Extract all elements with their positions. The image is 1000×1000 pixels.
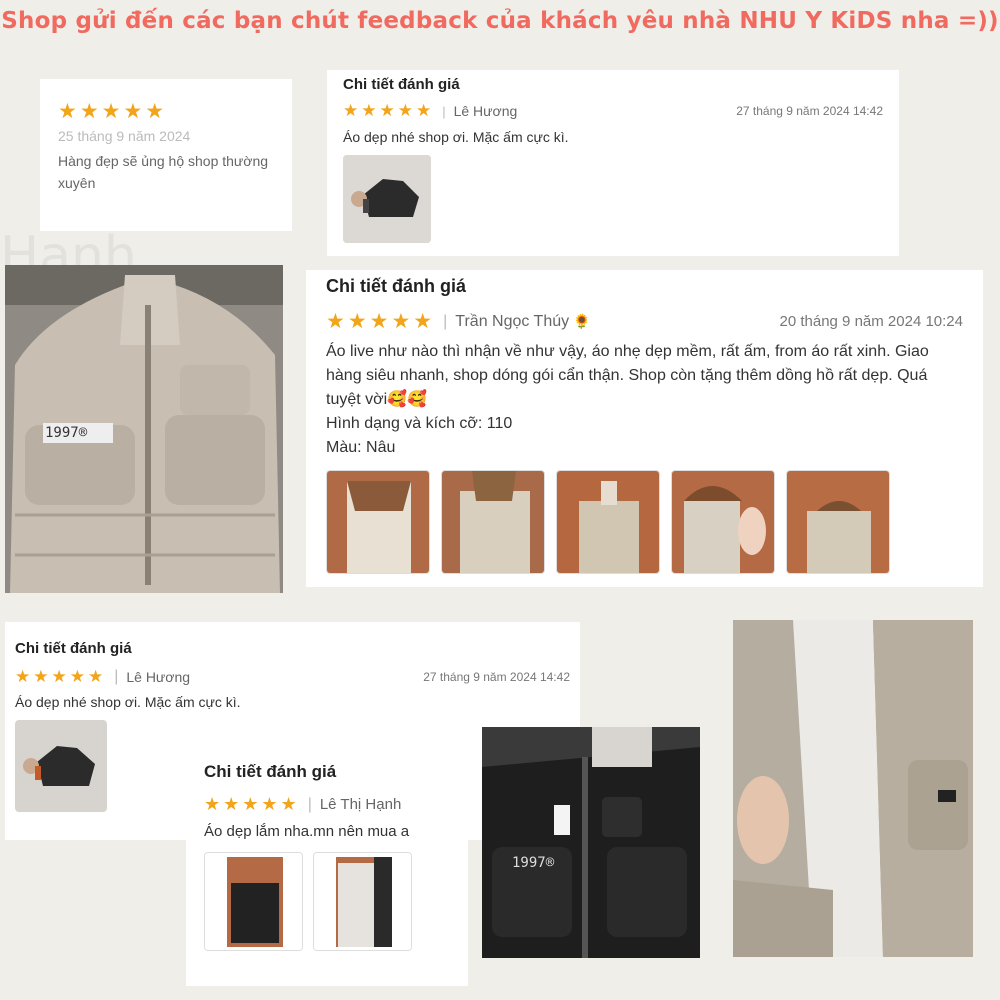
jacket-illustration [733, 620, 973, 957]
jacket-photo-icon [557, 471, 659, 573]
review-date: 20 tháng 9 năm 2024 10:24 [779, 313, 964, 330]
review-photo-thumbnail[interactable] [343, 155, 431, 243]
reviewer-name: Lê Thị Hạnh [319, 796, 402, 813]
review-size: Hình dạng và kích cỡ: 110 [326, 415, 513, 432]
reviewer-name: Trần Ngọc Thúy [455, 312, 570, 330]
reviewer-emoji: 🌻 [573, 313, 591, 329]
review-photo-thumbnail-2[interactable] [441, 470, 545, 574]
reviewer-name: Lê Hương [126, 669, 191, 685]
review-card-top: Chi tiết đánh giá ★★★★★ | Lê Hương 27 th… [327, 70, 899, 256]
review-photo-thumbnail-1[interactable] [204, 852, 303, 951]
jacket-photo-black: 1997® [482, 727, 700, 958]
review-title: Chi tiết đánh giá [343, 76, 460, 93]
review-photo-thumbnail[interactable] [15, 720, 107, 812]
headline: Shop gửi đến các bạn chút feedback của k… [1, 8, 999, 34]
jacket-photo-icon [314, 853, 411, 950]
star-rating: ★★★★★ [15, 667, 107, 686]
jacket-photo-icon [15, 720, 107, 812]
jacket-illustration [482, 727, 700, 958]
jacket-print-label: 1997® [512, 855, 555, 871]
jacket-photo-icon [787, 471, 889, 573]
review-photo-thumbnail-1[interactable] [326, 470, 430, 574]
jacket-photo-icon [205, 853, 302, 950]
review-card-bottom: Chi tiết đánh giá ★★★★★ | Lê Thị Hạnh Áo… [186, 742, 468, 986]
jacket-photo-beige: 1997® [5, 265, 283, 593]
review-text: Áo live như nào thì nhận về như vậy, áo … [326, 343, 929, 408]
jacket-photo-icon [343, 155, 431, 243]
review-text: Áo dẹp nhé shop ơi. Mặc ấm cực kì. [15, 694, 241, 710]
review-title: Chi tiết đánh giá [15, 640, 132, 657]
jacket-photo-icon [327, 471, 429, 573]
jacket-photo-closeup [733, 620, 973, 957]
review-text: Áo dẹp lắm nha.mn nên mua a [204, 823, 410, 840]
review-photo-thumbnail-4[interactable] [671, 470, 775, 574]
star-rating: ★★★★★ [58, 100, 168, 123]
review-photo-thumbnail-5[interactable] [786, 470, 890, 574]
jacket-print-label: 1997® [45, 425, 88, 441]
star-rating: ★★★★★ [204, 794, 300, 814]
review-photo-thumbnail-2[interactable] [313, 852, 412, 951]
review-photo-thumbnail-3[interactable] [556, 470, 660, 574]
reviewer-name: Lê Hương [453, 103, 518, 119]
star-rating: ★★★★★ [343, 101, 435, 120]
review-card-small: ★★★★★ 25 tháng 9 năm 2024 Hàng đẹp sẽ ủn… [40, 79, 292, 231]
review-color: Màu: Nâu [326, 439, 396, 456]
review-card-main: Chi tiết đánh giá ★★★★★ | Trần Ngọc Thúy… [306, 270, 983, 587]
jacket-photo-icon [442, 471, 544, 573]
review-date: 27 tháng 9 năm 2024 14:42 [736, 104, 883, 118]
review-text: Hàng đẹp sẽ ủng hộ shop thường xuyên [58, 153, 269, 191]
review-title: Chi tiết đánh giá [326, 276, 467, 296]
jacket-photo-icon [672, 471, 774, 573]
review-date: 27 tháng 9 năm 2024 14:42 [423, 670, 570, 684]
review-date: 25 tháng 9 năm 2024 [58, 128, 191, 144]
star-rating: ★★★★★ [326, 310, 436, 333]
review-text: Áo dẹp nhé shop ơi. Mặc ấm cực kì. [343, 129, 569, 145]
review-title: Chi tiết đánh giá [204, 762, 337, 781]
